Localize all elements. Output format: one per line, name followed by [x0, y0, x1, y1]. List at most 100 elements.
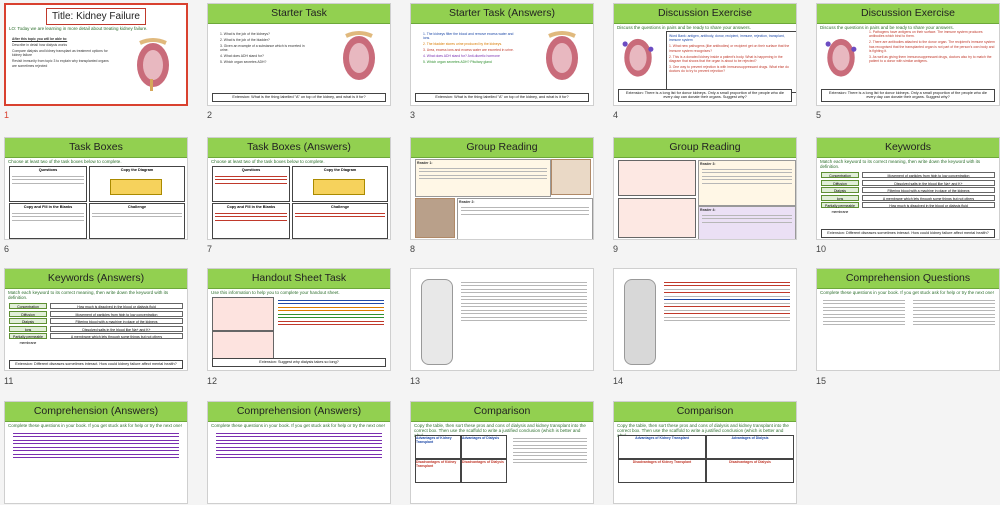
slide-thumbnail-1[interactable]: Title: Kidney Failure LO: Today we are l… [4, 3, 188, 106]
task-box-diagram: Copy the Diagram [89, 166, 185, 202]
slide-title: Comprehension (Answers) [5, 402, 187, 422]
box-heading: Questions [241, 168, 261, 172]
slide-text: After this topic you will be able to: [12, 37, 68, 41]
slide-thumbnail-5[interactable]: Discussion Exercise Discuss the question… [816, 3, 1000, 106]
dialysis-photo [415, 198, 455, 238]
reader-box: Reader 4: [698, 206, 796, 239]
slide-text: 2. There are antibodies attached to the … [869, 40, 995, 54]
keyword: Dialysis [9, 318, 47, 324]
extension-box: Extension: There is a long list for dono… [618, 88, 792, 102]
slide-thumbnail-19[interactable]: Comparison Copy the table, then sort the… [613, 401, 797, 504]
comparison-cell: Advantages of Dialysis [706, 435, 794, 459]
reader-label: Reader 3: [700, 162, 716, 166]
slide-text: 2. What is the job of the bladder? [220, 37, 270, 42]
slide-number: 7 [207, 244, 213, 254]
box-heading: Challenge [127, 205, 147, 209]
comparison-cell: Advantages of Kidney Transplant [618, 435, 706, 459]
slide-title: Task Boxes [5, 138, 187, 158]
slide-thumbnail-11[interactable]: Keywords (Answers) Match each keyword to… [4, 268, 188, 371]
slide-subtitle: Complete these questions in your book. I… [211, 423, 385, 428]
reader-label: Reader 2: [459, 200, 475, 204]
slide-text: Revisit immunity from topic 3 to explain… [12, 59, 109, 68]
task-box-challenge: Challenge [292, 203, 388, 239]
dialysis-diagram [618, 198, 696, 238]
kidney-diagram [137, 38, 169, 91]
slide-text: 5. Which organ secretes ADH? Pituitary g… [423, 60, 492, 65]
slide-number: 11 [4, 376, 14, 386]
definition: Dissolved salts in the blood like Na+ an… [862, 179, 995, 186]
slide-subtitle: Match each keyword to its correct meanin… [8, 290, 169, 300]
keyword: Concentration [821, 172, 859, 178]
slide-thumbnail-15[interactable]: Comprehension Questions Complete these q… [816, 268, 1000, 371]
slide-subtitle: Match each keyword to its correct meanin… [820, 159, 981, 169]
reader-box: Reader 3: [698, 160, 796, 206]
slide-thumbnail-3[interactable]: Starter Task (Answers) 1. The kidneys fi… [410, 3, 594, 106]
slide-title: Discussion Exercise [614, 4, 796, 24]
box-heading: Questions [38, 168, 58, 172]
comparison-cell: Advantages of Dialysis [461, 435, 507, 459]
task-box-questions: Questions [212, 166, 290, 202]
keyword: Diffusion [821, 179, 859, 186]
slide-title: Discussion Exercise [817, 4, 999, 24]
extension-box: Extension: What is the thing labelled "A… [415, 93, 589, 102]
kidney-diagram [622, 38, 654, 77]
slide-title: Comprehension (Answers) [208, 402, 390, 422]
slide-title: Starter Task [208, 4, 390, 24]
box-heading: Copy and Fill in the Blanks [226, 205, 276, 209]
comparison-cell: Disadvantages of Kidney Transplant [618, 459, 706, 483]
slide-thumbnail-18[interactable]: Comparison Copy the table, then sort the… [410, 401, 594, 504]
extension-box: Extension: Different diseases sometimes … [821, 229, 995, 238]
slide-title: Comprehension Questions [817, 269, 999, 289]
comparison-cell: Advantages of Kidney Transplant [415, 435, 461, 459]
slide-number: 14 [613, 376, 624, 386]
slide-thumbnail-8[interactable]: Group Reading Reader 1: Reader 2: [410, 137, 594, 240]
slide-subtitle: Choose at least two of the task boxes be… [8, 159, 122, 164]
slide-thumbnail-9[interactable]: Group Reading Reader 3: Reader 4: [613, 137, 797, 240]
slide-text: 3. One way to prevent rejection is with … [669, 64, 789, 74]
dialysis-diagram [212, 297, 274, 331]
slide-thumbnail-2[interactable]: Starter Task 1. What is the job of the k… [207, 3, 391, 106]
slide-thumbnail-12[interactable]: Handout Sheet Task Use this information … [207, 268, 391, 371]
slide-text: 5. Which organ secretes ADH? [220, 60, 267, 65]
extension-box: Extension: There is a long list for dono… [821, 88, 995, 102]
slide-number: 9 [613, 244, 619, 254]
slide-number: 8 [410, 244, 416, 254]
comparison-cell: Disadvantages of Kidney Transplant [415, 459, 461, 483]
slide-subtitle: Choose at least two of the task boxes be… [211, 159, 325, 164]
slide-title: Group Reading [411, 138, 593, 158]
slide-text: 4. What does ADH stand for? Anti-diureti… [423, 54, 500, 59]
slide-thumbnail-13[interactable] [410, 268, 594, 371]
keyword: Dialysis [821, 187, 859, 193]
kidney-diagram [546, 31, 578, 80]
slide-thumbnail-10[interactable]: Keywords Match each keyword to its corre… [816, 137, 1000, 240]
slide-thumbnail-14[interactable] [613, 268, 797, 371]
slide-thumbnail-6[interactable]: Task Boxes Choose at least two of the ta… [4, 137, 188, 240]
task-box-diagram: Copy the Diagram [292, 166, 388, 202]
slide-thumbnail-16[interactable]: Comprehension (Answers) Complete these q… [4, 401, 188, 504]
slide-text: 1. What new pathogens (like antibodies) … [669, 44, 790, 53]
slide-text: Describe in detail how dialysis works [12, 42, 68, 47]
slide-text: 2. This is a donated kidney inside a pat… [669, 54, 783, 64]
slide-subtitle: LO: Today we are learning in more detail… [9, 26, 148, 31]
keyword: Ions [9, 325, 47, 332]
task-box-blanks: Copy and Fill in the Blanks [212, 203, 290, 239]
box-heading: Copy the Diagram [323, 168, 357, 172]
question-box: Word Bank: antigen, antibody, donor, rec… [666, 31, 796, 93]
slide-text: Compare dialysis and kidney transplant a… [12, 48, 108, 58]
box-heading: Copy and Fill in the Blanks [23, 205, 73, 209]
slide-text: 3. Urea, excess ions and excess water ar… [423, 48, 514, 53]
slide-thumbnail-17[interactable]: Comprehension (Answers) Complete these q… [207, 401, 391, 504]
reader-box: Reader 1: [415, 159, 551, 197]
extension-box: Extension: What is the thing labelled "A… [212, 93, 386, 102]
slide-thumbnail-7[interactable]: Task Boxes (Answers) Choose at least two… [207, 137, 391, 240]
slide-thumbnail-4[interactable]: Discussion Exercise Discuss the question… [613, 3, 797, 106]
slide-text: Word Bank: antigen, antibody, donor, rec… [669, 34, 785, 43]
slide-number: 5 [816, 110, 822, 120]
extension-box: Extension: Suggest why dialysis takes so… [212, 358, 386, 367]
definition: How much is dissolved in the blood or di… [862, 202, 995, 208]
slide-number: 4 [613, 110, 619, 120]
slide-number: 13 [410, 376, 421, 386]
kidney-diagram [825, 38, 857, 77]
slide-subtitle: Complete these questions in your book. I… [8, 423, 182, 428]
keyword: Partially permeable membrane [9, 333, 47, 345]
